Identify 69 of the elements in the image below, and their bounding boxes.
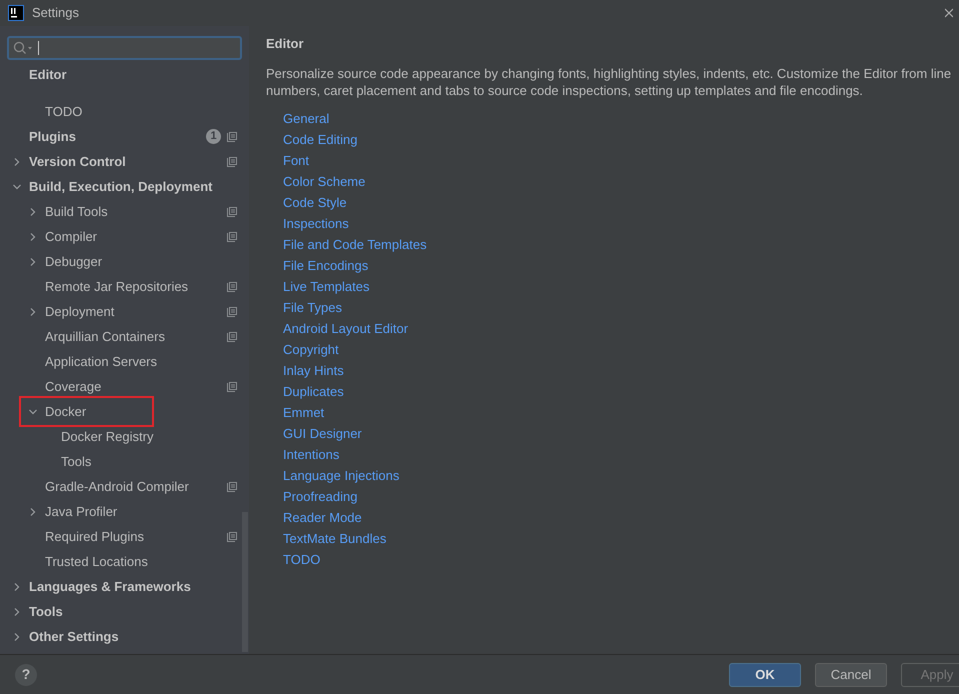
tree-item[interactable]: Languages & Frameworks (29, 576, 191, 596)
settings-link[interactable]: TextMate Bundles (283, 528, 386, 549)
tree-item[interactable]: Gradle-Android Compiler (45, 476, 189, 496)
chevron-down-icon[interactable] (13, 182, 21, 190)
apply-button[interactable]: Apply (901, 662, 959, 686)
settings-link[interactable]: TODO (283, 549, 320, 570)
settings-link[interactable]: Font (283, 150, 310, 171)
settings-link[interactable]: Duplicates (283, 381, 344, 402)
settings-link[interactable]: Live Templates (283, 276, 370, 297)
chevron-right-icon[interactable] (13, 582, 21, 590)
chevron-down-icon[interactable] (29, 408, 37, 416)
tree-item[interactable]: Editor (29, 64, 67, 84)
chevron-right-icon[interactable] (29, 258, 37, 266)
chevron-right-icon[interactable] (13, 608, 21, 616)
tree-item[interactable]: Build Tools (45, 202, 108, 222)
settings-link[interactable]: Android Layout Editor (283, 318, 408, 339)
settings-link[interactable]: General (283, 108, 330, 129)
window-title: Settings (32, 4, 79, 22)
settings-link[interactable]: Intentions (283, 444, 340, 465)
panel-description: Personalize source code appearance by changing fonts, highlighting styles, indents, etc. Customize the Editor from line numbers, caret placement and tabs to source code inspections, setting up templates and file encodings. (266, 65, 952, 99)
count-badge: 1 (206, 129, 221, 144)
tree-item[interactable]: Docker Registry (61, 426, 154, 446)
app-logo-icon (8, 5, 24, 21)
tree-item[interactable]: Plugins (29, 126, 76, 146)
settings-link[interactable]: File Encodings (283, 255, 368, 276)
tree-item[interactable]: Other Settings (29, 626, 119, 646)
tree-item[interactable]: Docker (19, 396, 154, 427)
ok-button[interactable]: OK (729, 662, 801, 686)
close-icon[interactable] (945, 8, 953, 18)
settings-link[interactable]: Copyright (283, 339, 339, 360)
chevron-right-icon[interactable] (13, 632, 21, 640)
settings-link[interactable]: File Types (283, 297, 342, 318)
settings-link[interactable]: Code Style (283, 192, 347, 213)
tree-item[interactable]: Tools (29, 602, 63, 622)
panel-title: Editor (266, 35, 305, 53)
tree-item[interactable]: Build, Execution, Deployment (29, 176, 212, 196)
tree-item[interactable]: Tools (61, 452, 92, 472)
tree-item[interactable]: Deployment (45, 302, 114, 322)
tree-item[interactable]: Arquillian Containers (45, 326, 165, 346)
chevron-right-icon[interactable] (29, 208, 37, 216)
settings-link[interactable]: GUI Designer (283, 423, 362, 444)
chevron-right-icon[interactable] (13, 158, 21, 166)
tree-item[interactable]: Required Plugins (45, 526, 144, 546)
tree-item[interactable]: TODO (45, 102, 82, 122)
settings-link[interactable]: Emmet (283, 402, 324, 423)
chevron-right-icon[interactable] (29, 232, 37, 240)
help-button[interactable]: ? (15, 664, 37, 686)
tree-item[interactable]: Coverage (45, 376, 102, 396)
tree-item[interactable]: Java Profiler (45, 502, 118, 522)
tree-item[interactable]: Version Control (29, 152, 126, 172)
chevron-right-icon[interactable] (29, 508, 37, 516)
search-icon (13, 41, 33, 55)
search-field[interactable] (7, 36, 242, 60)
text-cursor (38, 41, 39, 55)
settings-link[interactable]: Code Editing (283, 129, 358, 150)
tree-item[interactable]: Application Servers (45, 352, 157, 372)
settings-link[interactable]: Language Injections (283, 465, 400, 486)
tree-item[interactable]: Trusted Locations (45, 552, 148, 572)
settings-link[interactable]: Color Scheme (283, 171, 366, 192)
tree-item[interactable]: Compiler (45, 226, 98, 246)
settings-link[interactable]: Inlay Hints (283, 360, 344, 381)
settings-link[interactable]: File and Code Templates (283, 234, 427, 255)
tree-item[interactable]: Remote Jar Repositories (45, 276, 188, 296)
chevron-right-icon[interactable] (29, 308, 37, 316)
settings-link[interactable]: Inspections (283, 213, 349, 234)
tree-item[interactable]: Debugger (45, 252, 102, 272)
cancel-button[interactable]: Cancel (815, 662, 887, 686)
settings-link[interactable]: Proofreading (283, 486, 358, 507)
settings-link[interactable]: Reader Mode (283, 507, 362, 528)
